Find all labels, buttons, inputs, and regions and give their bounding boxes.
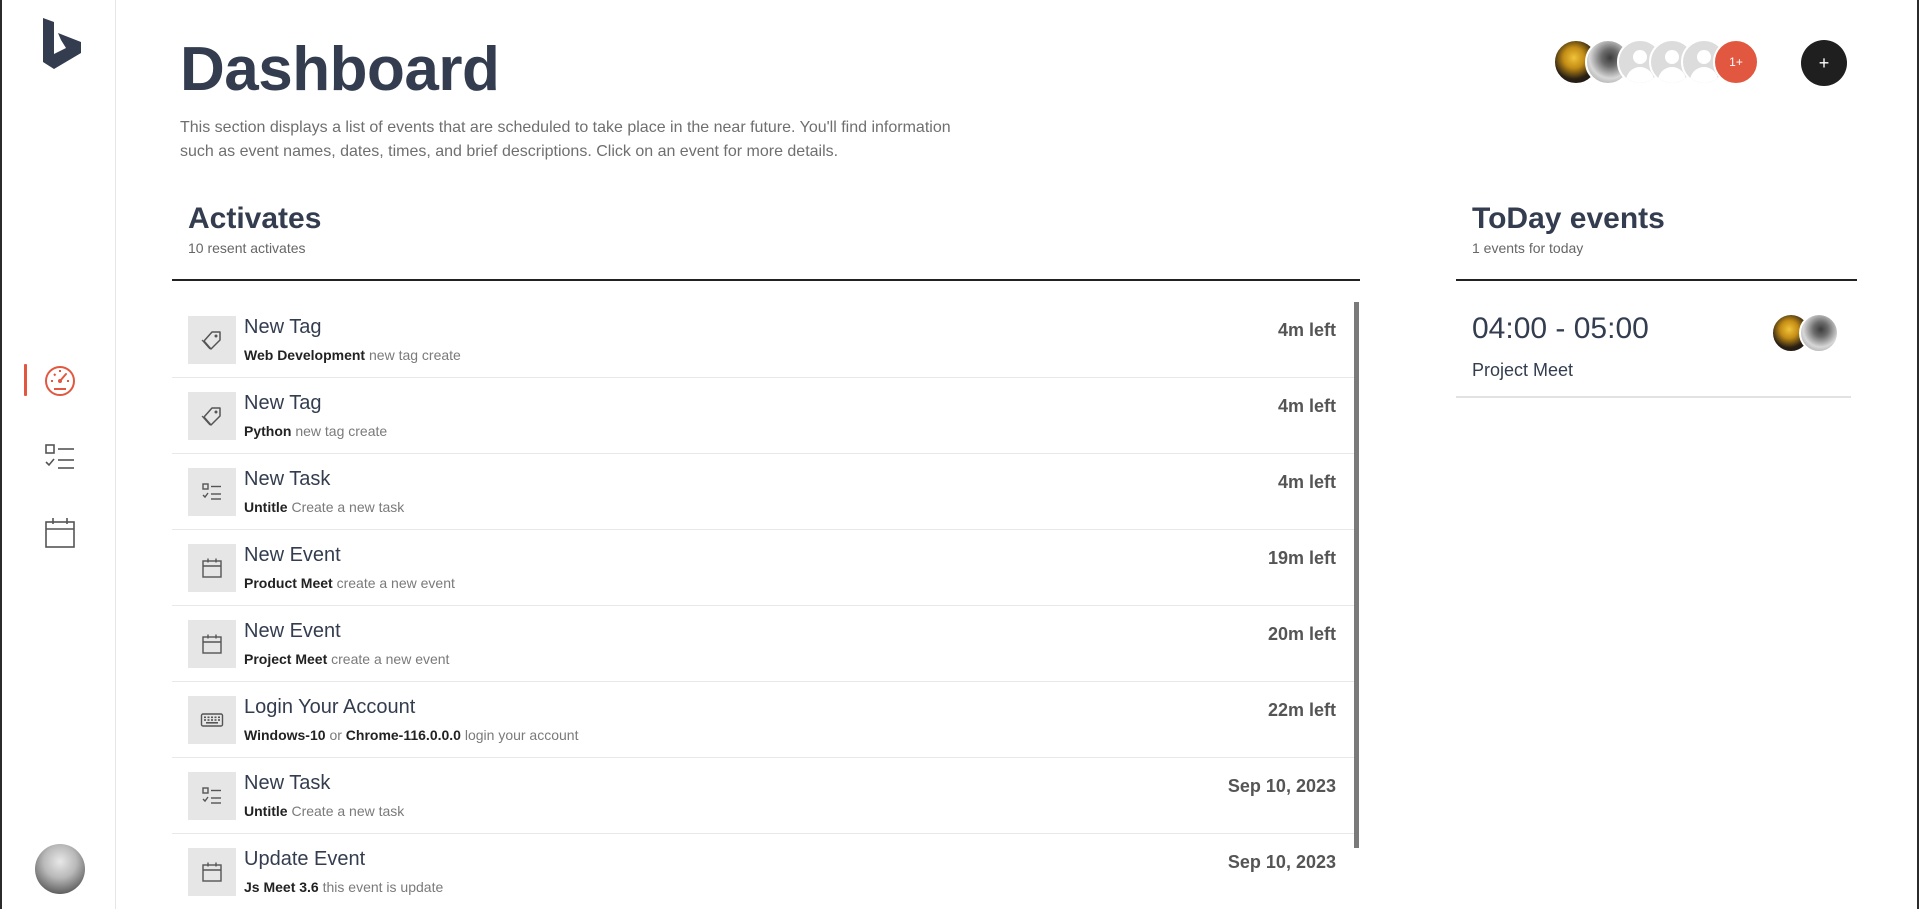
more-members-badge[interactable]: 1+ [1713, 39, 1759, 85]
sidebar [4, 0, 116, 909]
activity-text: create a new event [331, 651, 450, 667]
activity-title: Login Your Account [244, 696, 416, 718]
activity-title: New Tag [244, 392, 322, 414]
activity-row[interactable]: New Tag Web Development new tag create 4m … [172, 302, 1356, 378]
activity-text: new tag create [295, 423, 388, 439]
activity-subtitle: Python new tag create [244, 423, 387, 439]
activity-time: 4m left [1277, 472, 1336, 492]
activity-subtitle: Project Meet create a new event [244, 651, 449, 667]
sidebar-item-tasks[interactable] [4, 432, 116, 482]
activity-subject: Product Meet [244, 575, 333, 591]
activity-subject: Chrome-116.0.0.0 [345, 727, 461, 743]
event-card[interactable]: 04:00 - 05:00 Project Meet [1456, 298, 1851, 398]
today-divider [1456, 279, 1857, 281]
activates-subtitle: 10 resent activates [188, 240, 306, 256]
activity-subject: Untitle [244, 803, 288, 819]
activity-time: 4m left [1277, 396, 1336, 416]
activity-row[interactable]: New Task Untitle Create a new task 4m left [172, 454, 1356, 530]
activity-text: login your account [464, 727, 579, 743]
activity-subject: Project Meet [244, 651, 328, 667]
activity-row[interactable]: New Event Product Meet create a new event… [172, 530, 1356, 606]
activity-text: Create a new task [291, 499, 405, 515]
event-time: 04:00 - 05:00 [1472, 312, 1649, 345]
page-description: This section displays a list of events t… [180, 119, 951, 160]
activity-time: 19m left [1267, 548, 1336, 568]
activity-scrollbar[interactable] [1354, 302, 1359, 848]
activity-text: create a new event [336, 575, 455, 591]
keyboard-icon [188, 696, 236, 744]
tag-icon [188, 316, 236, 364]
activity-title: New Task [244, 468, 331, 490]
activity-subtitle: Js Meet 3.6 this event is update [244, 879, 443, 895]
tag-icon [188, 392, 236, 440]
activity-subject: Windows-10 [244, 727, 326, 743]
activity-subject: Python [244, 423, 292, 439]
activity-text: Create a new task [291, 803, 405, 819]
activity-title: Update Event [244, 848, 366, 870]
activity-list[interactable]: New Tag Web Development new tag create 4m … [172, 302, 1356, 909]
activity-time: 22m left [1267, 700, 1336, 720]
task-list-icon [45, 444, 74, 469]
event-name: Project Meet [1472, 360, 1574, 380]
activity-subtitle: Windows-10 or Chrome-116.0.0.0 login you… [244, 727, 578, 743]
activity-time: 20m left [1267, 624, 1336, 644]
activity-connector: or [329, 727, 342, 743]
activity-time: Sep 10, 2023 [1227, 852, 1336, 872]
activity-subject: Js Meet 3.6 [244, 879, 319, 895]
activity-time: 4m left [1277, 320, 1336, 340]
app-window: Dashboard This section displays a list o… [0, 0, 1919, 909]
activity-row[interactable]: New Tag Python new tag create 4m left [172, 378, 1356, 454]
activity-row[interactable]: New Task Untitle Create a new task Sep 10,… [172, 758, 1356, 834]
activity-text: new tag create [369, 347, 461, 363]
activity-title: New Event [244, 620, 341, 642]
activity-subtitle: Product Meet create a new event [244, 575, 455, 591]
activity-row[interactable]: New Event Project Meet create a new event… [172, 606, 1356, 682]
activity-subject: Untitle [244, 499, 288, 515]
activity-title: New Task [244, 772, 331, 794]
activity-title: New Event [244, 544, 341, 566]
calendar-icon [188, 848, 236, 896]
today-events-title: ToDay events [1472, 202, 1665, 235]
member-avatars[interactable]: 1+ [1553, 39, 1759, 85]
page-title: Dashboard [180, 35, 500, 104]
task-list-icon [188, 772, 236, 820]
calendar-icon [45, 518, 75, 548]
logo-icon[interactable] [41, 18, 83, 70]
calendar-icon [188, 544, 236, 592]
activity-title: New Tag [244, 316, 322, 338]
event-attendees [1771, 313, 1839, 353]
activity-row[interactable]: Login Your Account Windows-10 or Chrome-1… [172, 682, 1356, 758]
activity-subtitle: Web Development new tag create [244, 347, 461, 363]
activity-row[interactable]: Update Event Js Meet 3.6 this event is up… [172, 834, 1356, 909]
today-events-subtitle: 1 events for today [1472, 240, 1584, 256]
add-button[interactable]: + [1801, 40, 1847, 86]
calendar-icon [188, 620, 236, 668]
avatar [1799, 313, 1839, 353]
activity-time: Sep 10, 2023 [1227, 776, 1336, 796]
activates-title: Activates [188, 202, 322, 235]
sidebar-item-dashboard[interactable] [4, 355, 116, 405]
profile-avatar[interactable] [35, 844, 85, 894]
activity-subtitle: Untitle Create a new task [244, 803, 404, 819]
activates-divider [172, 279, 1360, 281]
speedometer-icon [45, 366, 75, 396]
activity-subject: Web Development [244, 347, 366, 363]
task-list-icon [188, 468, 236, 516]
activity-subtitle: Untitle Create a new task [244, 499, 404, 515]
sidebar-item-calendar[interactable] [4, 508, 116, 558]
activity-text: this event is update [322, 879, 444, 895]
